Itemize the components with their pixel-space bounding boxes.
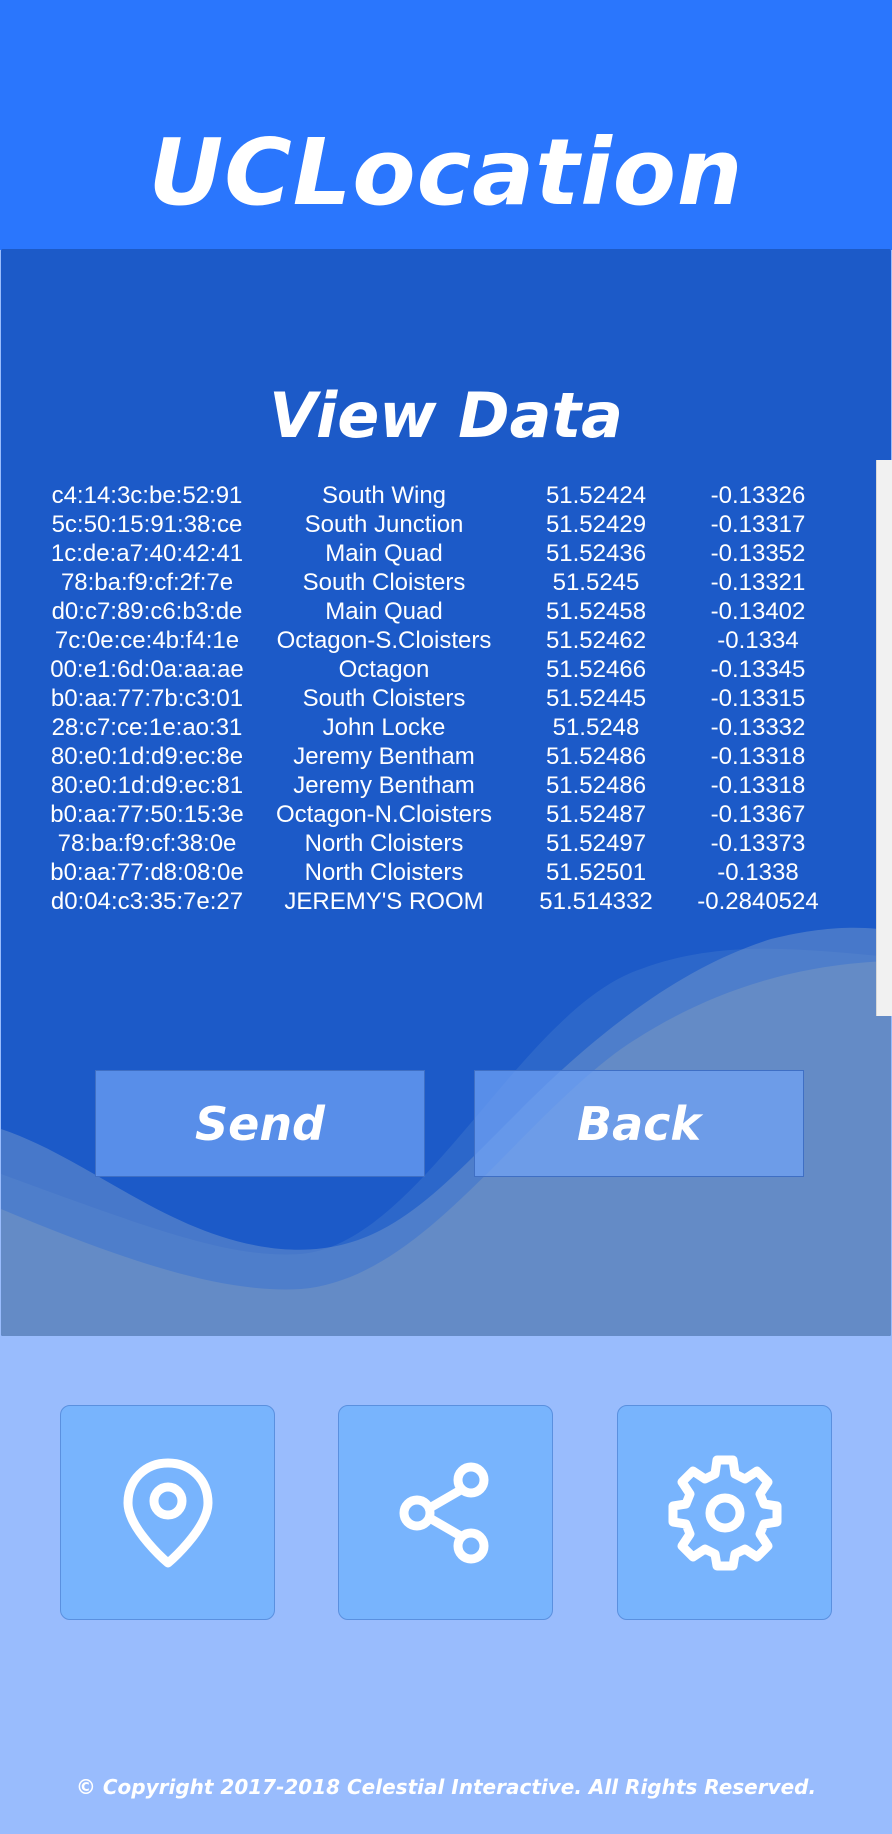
- longitude-cell: -0.13367: [710, 801, 806, 828]
- nav-settings-tile[interactable]: [617, 1405, 832, 1620]
- latitude-cell: 51.52486: [545, 743, 647, 770]
- app-title: UCLocation: [148, 119, 744, 226]
- latitude-cell: 51.52497: [545, 830, 647, 857]
- mac-cell: 1c:de:a7:40:42:41: [50, 540, 244, 567]
- view-data-title: View Data: [269, 379, 623, 452]
- mac-cell: 28:c7:ce:1e:ao:31: [51, 714, 243, 741]
- longitude-cell: -0.13326: [710, 482, 806, 509]
- longitude-cell: -0.1338: [717, 859, 799, 886]
- table-row: 80:e0:1d:d9:ec:8e Jeremy Bentham 51.52486 -…: [41, 742, 839, 771]
- latitude-cell: 51.52445: [545, 685, 647, 712]
- copyright-text: © Copyright 2017-2018 Celestial Interact…: [75, 1775, 817, 1799]
- scrollbar[interactable]: [876, 460, 892, 1016]
- location-cell: North Cloisters: [304, 830, 464, 857]
- location-cell: Octagon-N.Cloisters: [275, 801, 493, 828]
- mac-cell: d0:c7:89:c6:b3:de: [51, 598, 243, 625]
- latitude-cell: 51.52424: [545, 482, 647, 509]
- longitude-cell: -0.13318: [710, 743, 806, 770]
- table-row: c4:14:3c:be:52:91 South Wing 51.52424 -0.13…: [41, 481, 839, 510]
- mac-cell: 7c:0e:ce:4b:f4:1e: [54, 627, 240, 654]
- table-row: 28:c7:ce:1e:ao:31 John Locke 51.5248 -0.133…: [41, 713, 839, 742]
- latitude-cell: 51.52429: [545, 511, 647, 538]
- location-cell: Jeremy Bentham: [293, 743, 475, 770]
- nav-share-tile[interactable]: [338, 1405, 553, 1620]
- location-cell: South Junction: [304, 511, 464, 538]
- back-button[interactable]: Back: [474, 1070, 804, 1177]
- longitude-cell: -0.13345: [710, 656, 806, 683]
- table-row: 5c:50:15:91:38:ce South Junction 51.52429 -…: [41, 510, 839, 539]
- view-data-panel: View Data c4:14:3c:be:52:91 South Wing 51.…: [1, 249, 891, 1336]
- location-cell: John Locke: [322, 714, 446, 741]
- location-cell: JEREMY'S ROOM: [284, 888, 484, 915]
- location-cell: North Cloisters: [304, 859, 464, 886]
- location-cell: South Cloisters: [302, 685, 466, 712]
- latitude-cell: 51.52466: [545, 656, 647, 683]
- share-icon: [399, 1462, 488, 1563]
- nav-location-tile[interactable]: [60, 1405, 275, 1620]
- mac-cell: 78:ba:f9:cf:38:0e: [57, 830, 237, 857]
- table-row: d0:c7:89:c6:b3:de Main Quad 51.52458 -0.134…: [41, 597, 839, 626]
- location-pin-icon: [123, 1458, 212, 1567]
- mac-cell: b0:aa:77:d8:08:0e: [50, 859, 244, 886]
- longitude-cell: -0.13321: [710, 569, 806, 596]
- latitude-cell: 51.52458: [545, 598, 647, 625]
- mac-cell: 78:ba:f9:cf:2f:7e: [60, 569, 234, 596]
- mac-cell: c4:14:3c:be:52:91: [51, 482, 243, 509]
- latitude-cell: 51.52486: [545, 772, 647, 799]
- longitude-cell: -0.13317: [710, 511, 806, 538]
- longitude-cell: -0.13402: [710, 598, 806, 625]
- table-row: 80:e0:1d:d9:ec:81 Jeremy Bentham 51.52486 -…: [41, 771, 839, 800]
- longitude-cell: -0.13373: [710, 830, 806, 857]
- table-row: d0:04:c3:35:7e:27 JEREMY'S ROOM 51.514332 -…: [41, 887, 839, 916]
- latitude-cell: 51.5245: [552, 569, 640, 596]
- table-row: 7c:0e:ce:4b:f4:1e Octagon-S.Cloisters 51.5…: [41, 626, 839, 655]
- location-cell: South Cloisters: [302, 569, 466, 596]
- gear-icon: [668, 1455, 781, 1570]
- location-data-table: c4:14:3c:be:52:91 South Wing 51.52424 -0.13…: [41, 481, 839, 916]
- table-row: 1c:de:a7:40:42:41 Main Quad 51.52436 -0.133…: [41, 539, 839, 568]
- longitude-cell: -0.13332: [710, 714, 806, 741]
- mac-cell: 00:e1:6d:0a:aa:ae: [50, 656, 244, 683]
- longitude-cell: -0.1334: [717, 627, 799, 654]
- location-cell: Main Quad: [325, 540, 443, 567]
- latitude-cell: 51.52501: [545, 859, 647, 886]
- latitude-cell: 51.52462: [545, 627, 647, 654]
- mac-cell: d0:04:c3:35:7e:27: [50, 888, 244, 915]
- table-row: b0:aa:77:7b:c3:01 South Cloisters 51.52445…: [41, 684, 839, 713]
- longitude-cell: -0.13318: [710, 772, 806, 799]
- latitude-cell: 51.52436: [545, 540, 647, 567]
- mac-cell: b0:aa:77:7b:c3:01: [50, 685, 244, 712]
- table-row: 78:ba:f9:cf:2f:7e South Cloisters 51.5245 -…: [41, 568, 839, 597]
- location-cell: Jeremy Bentham: [293, 772, 475, 799]
- send-button[interactable]: Send: [95, 1070, 425, 1177]
- table-row: b0:aa:77:50:15:3e Octagon-N.Cloisters 51.5…: [41, 800, 839, 829]
- location-cell: Octagon-S.Cloisters: [276, 627, 492, 654]
- longitude-cell: -0.13315: [710, 685, 806, 712]
- latitude-cell: 51.5248: [552, 714, 640, 741]
- longitude-cell: -0.2840524: [697, 888, 819, 915]
- mac-cell: 80:e0:1d:d9:ec:8e: [50, 743, 244, 770]
- longitude-cell: -0.13352: [710, 540, 806, 567]
- table-row: 78:ba:f9:cf:38:0e North Cloisters 51.52497…: [41, 829, 839, 858]
- latitude-cell: 51.52487: [545, 801, 647, 828]
- location-cell: Main Quad: [325, 598, 443, 625]
- mac-cell: b0:aa:77:50:15:3e: [50, 801, 244, 828]
- latitude-cell: 51.514332: [539, 888, 653, 915]
- location-cell: South Wing: [321, 482, 447, 509]
- table-row: 00:e1:6d:0a:aa:ae Octagon 51.52466 -0.13345: [41, 655, 839, 684]
- mac-cell: 5c:50:15:91:38:ce: [51, 511, 243, 538]
- mac-cell: 80:e0:1d:d9:ec:81: [50, 772, 244, 799]
- location-cell: Octagon: [338, 656, 430, 683]
- table-row: b0:aa:77:d8:08:0e North Cloisters 51.52501…: [41, 858, 839, 887]
